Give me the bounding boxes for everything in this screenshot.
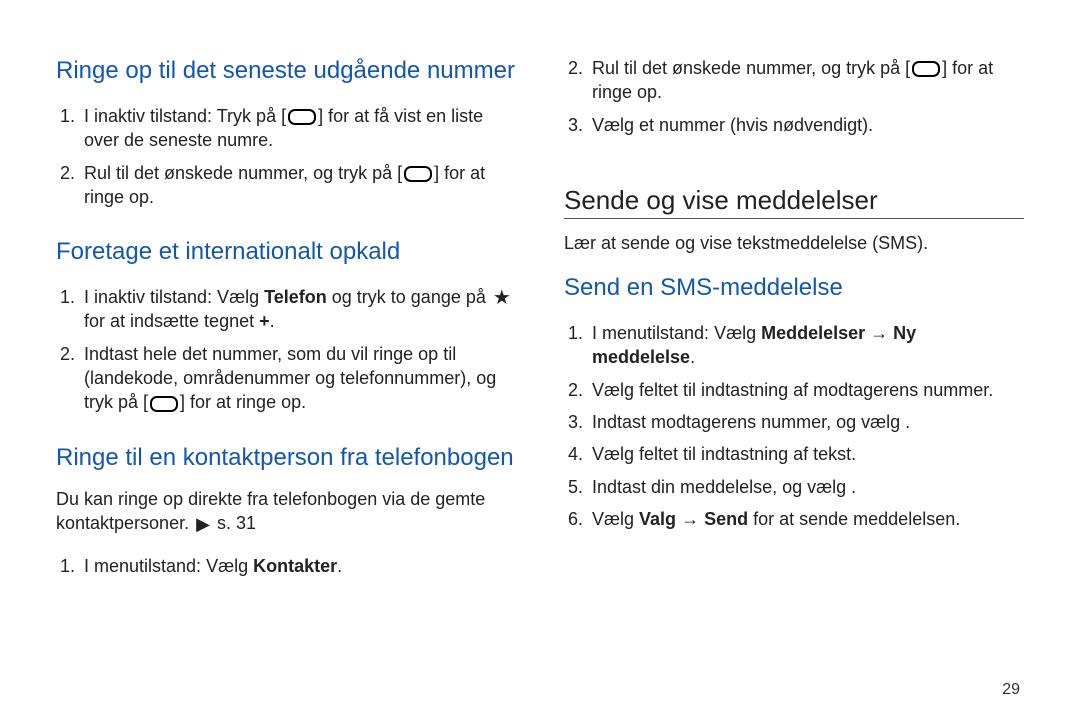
- list-item: I inaktiv tilstand: Vælg Telefon og tryk…: [80, 285, 516, 334]
- heading-redial: Ringe op til det seneste udgående nummer: [56, 56, 516, 86]
- list-item: Vælg feltet til indtastning af tekst.: [588, 442, 1024, 466]
- manual-page: Ringe op til det seneste udgående nummer…: [0, 0, 1080, 721]
- list-send-sms: I menutilstand: Vælg Meddelelser → Ny me…: [564, 317, 1024, 539]
- right-column: Rul til det ønskede nummer, og tryk på […: [564, 48, 1024, 681]
- heading-messages: Sende og vise meddelelser: [564, 185, 1024, 216]
- list-item: Rul til det ønskede nummer, og tryk på […: [588, 56, 1024, 105]
- list-redial: I inaktiv tilstand: Tryk på [] for at få…: [56, 100, 516, 217]
- heading-underline: [564, 218, 1024, 219]
- heading-international: Foretage et internationalt opkald: [56, 237, 516, 267]
- list-item: I inaktiv tilstand: Tryk på [] for at få…: [80, 104, 516, 153]
- page-number: 29: [1002, 681, 1020, 699]
- list-phonebook-continued: Rul til det ønskede nummer, og tryk på […: [564, 52, 1024, 145]
- call-icon: [288, 109, 316, 125]
- list-item: Rul til det ønskede nummer, og tryk på […: [80, 161, 516, 210]
- list-item: Indtast modtagerens nummer, og vælg .: [588, 410, 1024, 434]
- body-messages: Lær at sende og vise tekstmeddelelse (SM…: [564, 231, 1024, 255]
- left-column: Ringe op til det seneste udgående nummer…: [56, 48, 516, 681]
- heading-phonebook: Ringe til en kontaktperson fra telefonbo…: [56, 443, 516, 473]
- body-phonebook: Du kan ringe op direkte fra telefonbogen…: [56, 487, 516, 537]
- list-item: Vælg feltet til indtastning af modtagere…: [588, 378, 1024, 402]
- list-phonebook: I menutilstand: Vælg Kontakter.: [56, 550, 516, 586]
- heading-send-sms: Send en SMS-meddelelse: [564, 273, 1024, 303]
- call-icon: [912, 61, 940, 77]
- list-item: Indtast hele det nummer, som du vil ring…: [80, 342, 516, 415]
- star-icon: ★: [493, 288, 511, 308]
- call-icon: [150, 396, 178, 412]
- list-item: I menutilstand: Vælg Kontakter.: [80, 554, 516, 578]
- list-international: I inaktiv tilstand: Vælg Telefon og tryk…: [56, 281, 516, 422]
- list-item: I menutilstand: Vælg Meddelelser → Ny me…: [588, 321, 1024, 370]
- list-item: Vælg et nummer (hvis nødvendigt).: [588, 113, 1024, 137]
- arrow-icon: ▶: [196, 512, 210, 536]
- list-item: Indtast din meddelelse, og vælg .: [588, 475, 1024, 499]
- list-item: Vælg Valg → Send for at sende meddelelse…: [588, 507, 1024, 531]
- call-icon: [404, 166, 432, 182]
